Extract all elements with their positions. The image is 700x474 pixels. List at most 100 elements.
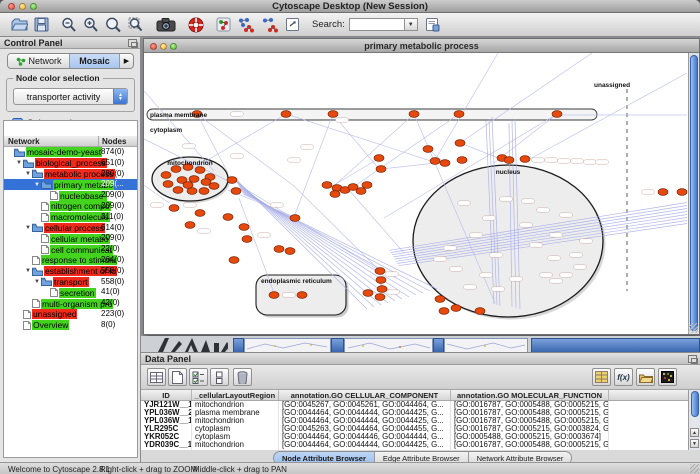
save-session-button[interactable] <box>31 15 52 35</box>
network-node[interactable] <box>374 155 384 162</box>
search-input[interactable] <box>349 18 405 31</box>
network-node[interactable] <box>227 177 237 184</box>
expand-arrow-icon[interactable]: ▼ <box>24 171 32 177</box>
help-button[interactable] <box>185 15 207 35</box>
network-node[interactable] <box>475 308 485 315</box>
background-frame-fragment[interactable] <box>344 338 433 352</box>
import-attributes-button[interactable] <box>636 368 655 386</box>
network-node[interactable] <box>423 146 433 153</box>
zoom-fit-button[interactable] <box>125 15 147 35</box>
tree-row[interactable]: Overview8(0) <box>4 320 137 331</box>
table-row[interactable]: YPL036W__2plasma membrane[GO:0044464, GO… <box>141 409 688 417</box>
expand-arrow-icon[interactable]: ▼ <box>24 268 32 274</box>
formula-builder-button[interactable]: f(x) <box>614 368 633 386</box>
network-tool-button-2[interactable] <box>234 15 258 35</box>
network-node[interactable] <box>451 305 461 312</box>
table-row[interactable]: YPL036W__1mitochondrion[GO:0044464, GO:0… <box>141 417 688 425</box>
network-node[interactable] <box>189 176 199 183</box>
column-header[interactable]: annotation.GO CELLULAR_COMPONENT <box>279 390 451 400</box>
network-node[interactable] <box>439 308 449 315</box>
network-node[interactable] <box>195 167 205 174</box>
network-node[interactable] <box>290 215 300 222</box>
table-row[interactable]: YKR052Ccytoplasm[GO:0044464, GO:0044446,… <box>141 433 688 441</box>
network-edge[interactable] <box>334 159 378 185</box>
tab-mosaic[interactable]: Mosaic <box>70 54 120 68</box>
network-edge[interactable] <box>334 114 414 186</box>
network-node[interactable] <box>504 157 514 164</box>
network-tool-button-1[interactable] <box>213 15 234 35</box>
network-node[interactable] <box>229 257 239 264</box>
network-node[interactable] <box>269 292 279 299</box>
expand-arrow-icon[interactable]: ▼ <box>33 182 41 188</box>
network-node[interactable] <box>239 224 249 231</box>
network-node[interactable] <box>330 191 340 198</box>
tree-row[interactable]: secretion41(0) <box>4 287 137 298</box>
network-node[interactable] <box>430 158 440 165</box>
network-node[interactable] <box>454 111 464 118</box>
attribute-table[interactable]: ID_cellularLayoutRegionannotation.GO CEL… <box>141 390 688 450</box>
scroll-up-icon[interactable]: ▲ <box>690 428 699 437</box>
network-edge[interactable] <box>460 53 592 143</box>
network-node[interactable] <box>322 182 332 189</box>
tree-row[interactable]: ▼establishment of lo558(0) <box>4 266 137 277</box>
network-node[interactable] <box>169 205 179 212</box>
tree-row[interactable]: ▼biological_process651(0) <box>4 158 137 169</box>
enhanced-search-button[interactable] <box>422 15 443 35</box>
network-node[interactable] <box>297 292 307 299</box>
background-frame-edge[interactable] <box>233 338 244 352</box>
network-node[interactable] <box>435 296 445 303</box>
network-node[interactable] <box>375 268 385 275</box>
network-node[interactable] <box>552 111 562 118</box>
network-node[interactable] <box>376 166 386 173</box>
tree-row[interactable]: ▼metabolic process280(0) <box>4 169 137 180</box>
network-node[interactable] <box>375 294 385 301</box>
network-node[interactable] <box>281 111 291 118</box>
network-edge[interactable] <box>381 163 436 169</box>
network-node[interactable] <box>440 160 450 167</box>
network-node[interactable] <box>161 172 171 179</box>
network-node[interactable] <box>356 188 366 195</box>
attribute-table-button[interactable] <box>147 368 166 386</box>
frame-resize-grip[interactable] <box>688 323 698 333</box>
tree-row[interactable]: response to stimulu264(0) <box>4 255 137 266</box>
float-panel-icon[interactable] <box>688 355 697 363</box>
network-view-frame[interactable]: primary metabolic process plasma membran… <box>143 38 700 335</box>
snapshot-button[interactable] <box>153 15 179 35</box>
tree-row[interactable]: cellular metabo209(0) <box>4 233 137 244</box>
unselect-attributes-button[interactable] <box>210 368 229 386</box>
search-dropdown-button[interactable]: ▼ <box>405 18 418 31</box>
frame-titlebar[interactable]: primary metabolic process <box>144 39 699 53</box>
network-node[interactable] <box>173 187 183 194</box>
select-attributes-button[interactable] <box>189 368 208 386</box>
nucleus-region[interactable] <box>413 165 603 317</box>
network-node[interactable] <box>677 189 687 196</box>
background-frame-fragment[interactable] <box>444 338 528 352</box>
network-node[interactable] <box>377 286 387 293</box>
column-header[interactable]: annotation.GO MOLECULAR_FUNCTION <box>451 390 609 400</box>
network-node[interactable] <box>455 140 465 147</box>
node-color-dropdown[interactable]: transporter activity ▲▼ <box>13 88 128 105</box>
tree-row[interactable]: unassigned223(0) <box>4 309 137 320</box>
network-node[interactable] <box>195 210 205 217</box>
network-node[interactable] <box>457 157 467 164</box>
network-node[interactable] <box>363 290 373 297</box>
network-node[interactable] <box>376 277 386 284</box>
float-panel-icon[interactable] <box>128 39 137 47</box>
attribute-batch-button[interactable] <box>592 368 611 386</box>
zoom-selected-button[interactable] <box>102 15 125 35</box>
network-node[interactable] <box>199 188 209 195</box>
network-graph[interactable]: plasma membranecytoplasmmitochondrionnuc… <box>144 53 688 334</box>
tab-overflow-arrow[interactable]: ▶ <box>120 54 133 68</box>
network-node[interactable] <box>242 236 252 243</box>
background-frame-titlebar[interactable] <box>531 338 700 352</box>
column-header[interactable]: ID <box>141 390 192 400</box>
table-vertical-scrollbar[interactable]: ▲ ▼ <box>688 390 700 450</box>
network-node[interactable] <box>185 222 195 229</box>
network-node[interactable] <box>223 214 233 221</box>
network-edge[interactable] <box>349 190 404 253</box>
tree-row[interactable]: cell communicat22(0) <box>4 244 137 255</box>
expand-arrow-icon[interactable]: ▼ <box>15 160 23 166</box>
table-row[interactable]: YJR121W__1mitochondrion[GO:0045267, GO:0… <box>141 401 688 409</box>
network-node[interactable] <box>274 246 284 253</box>
tree-row[interactable]: ▼primary metabo209(... <box>4 179 137 190</box>
